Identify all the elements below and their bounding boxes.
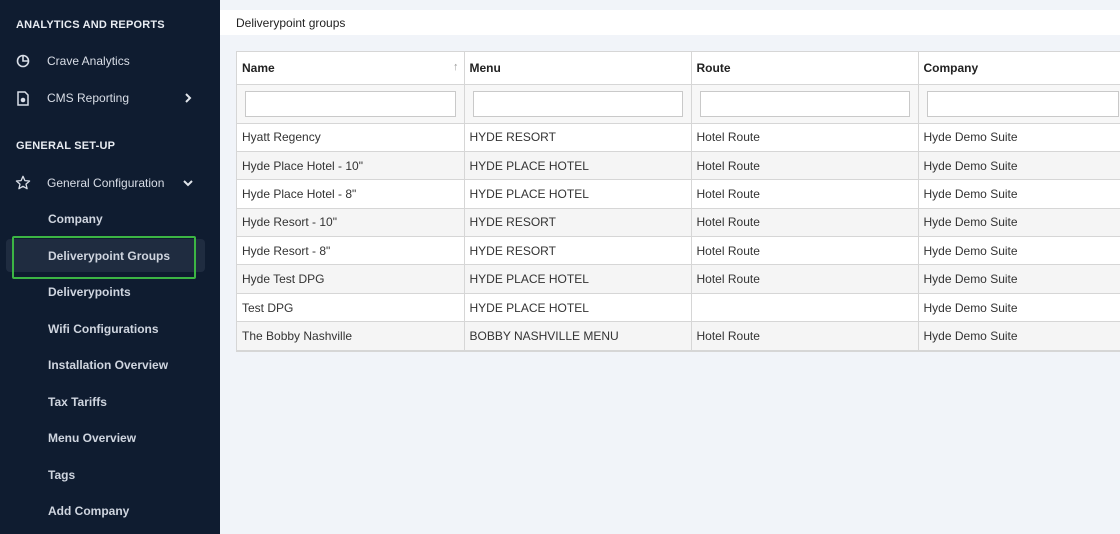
filter-cell [237, 84, 465, 124]
nav-item-crave-analytics[interactable]: Crave Analytics [0, 46, 220, 76]
sidebar-item-label: Wifi Configurations [48, 322, 159, 336]
sidebar-item-label: Add Company [48, 504, 130, 518]
cell-company: Hyde Demo Suite [918, 236, 1120, 266]
sidebar-item-label: Tax Tariffs [48, 395, 107, 409]
cell-route: Hotel Route [691, 321, 919, 351]
sidebar-item-label: Menu Overview [48, 431, 137, 445]
cell-route: Hotel Route [691, 208, 919, 238]
cell-company: Hyde Demo Suite [918, 321, 1120, 351]
table-row[interactable]: Hyde Place Hotel - 10" HYDE PLACE HOTEL Ho… [237, 151, 1120, 181]
page-title: Deliverypoint groups [236, 16, 346, 30]
cell-route: Hotel Route [691, 264, 919, 294]
cell-name: Hyatt Regency [237, 123, 465, 152]
filter-input-name[interactable] [245, 90, 456, 117]
section-header-analytics: ANALYTICS AND REPORTS [16, 19, 165, 31]
cell-route: Hotel Route [691, 236, 919, 266]
cell-route: Hotel Route [691, 151, 919, 181]
sidebar-item-menu-overview[interactable]: Menu Overview [0, 423, 220, 453]
cell-name: Hyde Place Hotel - 8" [237, 179, 465, 209]
cell-route [691, 293, 919, 323]
cell-name: Hyde Resort - 10" [237, 208, 465, 238]
cell-company: Hyde Demo Suite [918, 264, 1120, 294]
star-icon [15, 175, 31, 191]
filter-input-route[interactable] [699, 90, 910, 117]
nav-item-cms-reporting[interactable]: CMS Reporting [0, 83, 220, 113]
cell-route: Hotel Route [691, 179, 919, 209]
chevron-down-icon [182, 177, 194, 189]
sidebar-item-label: Deliverypoints [48, 285, 131, 299]
cell-menu: HYDE RESORT [464, 123, 692, 152]
top-strip [220, 0, 1120, 10]
table-row[interactable]: Test DPG HYDE PLACE HOTEL Hyde Demo Suite [237, 293, 1120, 323]
nav-label: Crave Analytics [47, 54, 130, 68]
sidebar-item-installation-overview[interactable]: Installation Overview [0, 350, 220, 380]
filter-input-company[interactable] [926, 90, 1119, 117]
sidebar-item-wifi-configurations[interactable]: Wifi Configurations [0, 314, 220, 344]
nav-label: CMS Reporting [47, 91, 130, 105]
cell-menu: HYDE PLACE HOTEL [464, 151, 692, 181]
column-header-name[interactable]: Name ↑ [237, 52, 465, 85]
sidebar-item-deliverypoints[interactable]: Deliverypoints [0, 277, 220, 307]
cell-menu: HYDE RESORT [464, 208, 692, 238]
sidebar-item-company[interactable]: Company [0, 204, 220, 234]
column-header-label: Name [242, 60, 275, 75]
cell-route: Hotel Route [691, 123, 919, 152]
cell-company: Hyde Demo Suite [918, 293, 1120, 323]
cell-menu: HYDE PLACE HOTEL [464, 179, 692, 209]
column-header-menu[interactable]: Menu [464, 52, 692, 85]
cell-menu: HYDE PLACE HOTEL [464, 264, 692, 294]
chevron-right-icon [182, 92, 194, 104]
data-grid: Name ↑ Menu Route Company Hyatt Regency HY… [236, 51, 1120, 352]
filter-cell [918, 84, 1120, 124]
cell-menu: HYDE RESORT [464, 236, 692, 266]
content-area: Name ↑ Menu Route Company Hyatt Regency HY… [220, 35, 1120, 534]
cell-menu: BOBBY NASHVILLE MENU [464, 321, 692, 351]
cell-name: Test DPG [237, 293, 465, 323]
table-row[interactable]: Hyatt Regency HYDE RESORT Hotel Route Hyde … [237, 123, 1120, 152]
filter-cell [691, 84, 919, 124]
sidebar-item-add-company[interactable]: Add Company [0, 496, 220, 526]
title-bar: Deliverypoint groups [220, 10, 1120, 35]
cell-company: Hyde Demo Suite [918, 179, 1120, 209]
sidebar-item-label: Deliverypoint Groups [48, 249, 171, 263]
nav-item-general-configuration[interactable]: General Configuration [0, 168, 220, 198]
column-header-route[interactable]: Route [691, 52, 919, 85]
filter-row [237, 84, 1120, 124]
filter-input-menu[interactable] [472, 90, 683, 117]
cell-name: Hyde Test DPG [237, 264, 465, 294]
main-area: Deliverypoint groups Name ↑ Menu Route Co… [220, 0, 1120, 534]
column-header-label: Menu [469, 60, 501, 75]
sidebar-item-label: Installation Overview [48, 358, 169, 372]
cell-company: Hyde Demo Suite [918, 151, 1120, 181]
table-row[interactable]: The Bobby Nashville BOBBY NASHVILLE MENU H… [237, 321, 1120, 351]
sidebar: ANALYTICS AND REPORTS Crave Analytics CM… [0, 0, 220, 534]
filter-cell [464, 84, 692, 124]
cell-name: The Bobby Nashville [237, 321, 465, 351]
sort-arrow-up-icon: ↑ [453, 61, 459, 73]
column-header-label: Company [923, 60, 979, 75]
sidebar-item-label: Company [48, 212, 103, 226]
section-header-general: GENERAL SET-UP [16, 140, 116, 152]
nav-label: General Configuration [47, 176, 165, 190]
cell-company: Hyde Demo Suite [918, 208, 1120, 238]
report-file-icon [15, 90, 31, 106]
sidebar-item-label: Tags [48, 468, 76, 482]
pie-chart-icon [15, 53, 31, 69]
sidebar-item-tax-tariffs[interactable]: Tax Tariffs [0, 387, 220, 417]
cell-menu: HYDE PLACE HOTEL [464, 293, 692, 323]
table-row[interactable]: Hyde Test DPG HYDE PLACE HOTEL Hotel Route… [237, 264, 1120, 294]
cell-name: Hyde Resort - 8" [237, 236, 465, 266]
sidebar-item-tags[interactable]: Tags [0, 460, 220, 490]
cell-company: Hyde Demo Suite [918, 123, 1120, 152]
cell-name: Hyde Place Hotel - 10" [237, 151, 465, 181]
column-header-label: Route [696, 60, 731, 75]
column-header-company[interactable]: Company [918, 52, 1120, 85]
table-row[interactable]: Hyde Place Hotel - 8" HYDE PLACE HOTEL Hot… [237, 179, 1120, 209]
table-row[interactable]: Hyde Resort - 10" HYDE RESORT Hotel Route H… [237, 208, 1120, 238]
sidebar-item-deliverypoint-groups[interactable]: Deliverypoint Groups [0, 241, 220, 271]
table-row[interactable]: Hyde Resort - 8" HYDE RESORT Hotel Route Hy… [237, 236, 1120, 266]
